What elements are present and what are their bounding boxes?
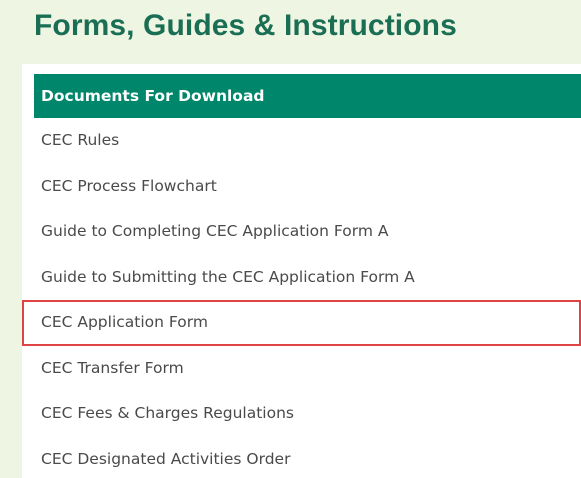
document-link-cec-application-form[interactable]: CEC Application Form bbox=[22, 300, 581, 346]
document-link-cec-transfer-form[interactable]: CEC Transfer Form bbox=[22, 346, 581, 392]
page-title: Forms, Guides & Instructions bbox=[34, 9, 457, 42]
document-link-guide-submitting-form-a[interactable]: Guide to Submitting the CEC Application … bbox=[22, 255, 581, 301]
document-link-cec-designated-activities-order[interactable]: CEC Designated Activities Order bbox=[22, 437, 581, 478]
document-link-cec-process-flowchart[interactable]: CEC Process Flowchart bbox=[22, 164, 581, 210]
documents-table-header: Documents For Download bbox=[34, 74, 581, 118]
document-link-cec-fees-charges-regulations[interactable]: CEC Fees & Charges Regulations bbox=[22, 391, 581, 437]
documents-list: CEC Rules CEC Process Flowchart Guide to… bbox=[22, 118, 581, 478]
document-link-cec-rules[interactable]: CEC Rules bbox=[22, 118, 581, 164]
documents-panel: Documents For Download CEC Rules CEC Pro… bbox=[22, 64, 581, 478]
document-link-guide-completing-form-a[interactable]: Guide to Completing CEC Application Form… bbox=[22, 209, 581, 255]
